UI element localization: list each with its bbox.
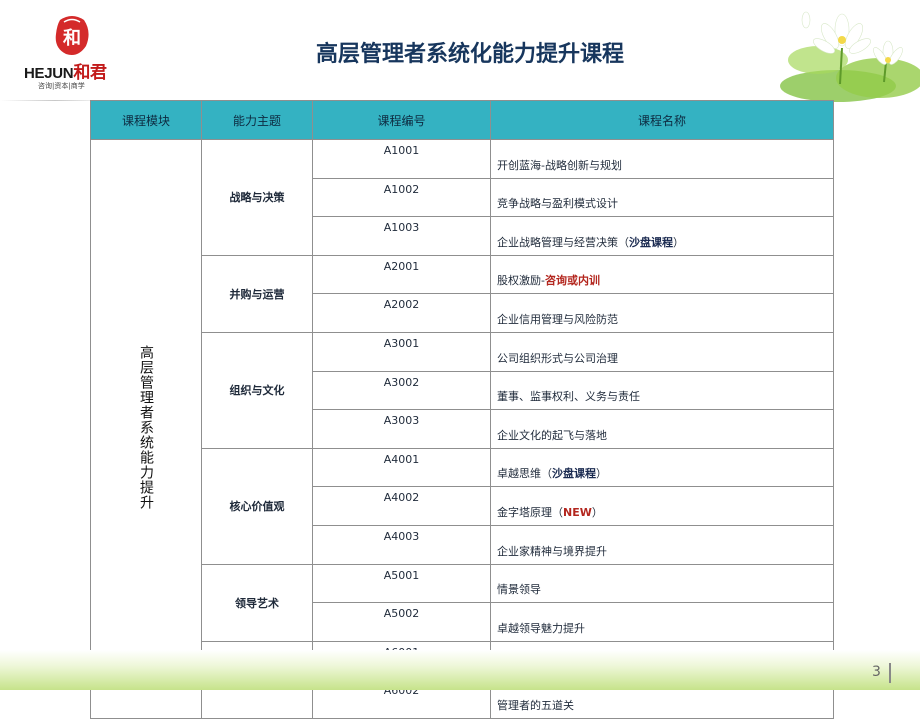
- course-name: 企业家精神与境界提升: [490, 524, 834, 565]
- theme-cell: 并购与运营: [201, 254, 313, 333]
- logo-name-cn: 和君: [73, 63, 107, 82]
- course-name: 卓越领导魅力提升: [490, 602, 834, 642]
- course-code: A4001: [312, 447, 491, 488]
- course-code: A1002: [312, 177, 491, 218]
- course-code: A3001: [312, 331, 491, 372]
- svg-text:和: 和: [63, 28, 81, 49]
- theme-cell: 组织与文化: [201, 331, 313, 449]
- course-name-text: 企业文化的起飞与落地: [497, 428, 607, 442]
- course-name-text: 公司组织形式与公司治理: [497, 351, 618, 365]
- course-name-text: 董事、监事权利、义务与责任: [497, 390, 640, 404]
- course-name-highlight: 咨询或内训: [544, 274, 600, 288]
- course-code: A1003: [312, 216, 491, 256]
- course-name-text: 股权激励-: [497, 274, 545, 288]
- header-theme: 能力主题: [201, 100, 313, 140]
- course-code: A3003: [312, 409, 491, 449]
- logo-tagline: 咨询|资本|商学: [38, 82, 85, 90]
- course-name: 竞争战略与盈利模式设计: [490, 177, 834, 218]
- course-name-highlight: NEW: [563, 505, 592, 519]
- course-code: A4003: [312, 524, 491, 565]
- theme-cell: 领导艺术: [201, 563, 313, 642]
- table-row: 组织与文化 A3001 公司组织形式与公司治理: [91, 331, 834, 449]
- course-name: 董事、监事权利、义务与责任: [490, 370, 834, 411]
- course-code: A1001: [312, 139, 491, 179]
- lotus-decoration-icon: [780, 11, 920, 102]
- course-table: 课程模块 能力主题 课程编号 课程名称 高层管理者系统能力提升 战略与决策 A100…: [90, 100, 834, 719]
- header-module: 课程模块: [90, 100, 202, 140]
- course-name-text: 企业信用管理与风险防范: [497, 312, 618, 326]
- course-name-text: 金字塔原理（: [497, 505, 563, 519]
- course-name-text: 卓越领导魅力提升: [497, 621, 585, 635]
- course-name-highlight: 沙盘课程: [629, 235, 673, 249]
- table-header-row: 课程模块 能力主题 课程编号 课程名称: [90, 100, 834, 140]
- course-name: 企业文化的起飞与落地: [490, 409, 834, 449]
- course-name: 情景领导: [490, 563, 834, 604]
- theme-cell: 战略与决策: [201, 139, 313, 256]
- table-body: 高层管理者系统能力提升 战略与决策 A1001 开创蓝海-战略创新与规划 A1002 竞争…: [90, 139, 834, 719]
- course-code: A2002: [312, 293, 491, 333]
- course-name-text: 情景领导: [497, 583, 541, 597]
- hejun-logo-mark-icon: 和: [55, 16, 89, 55]
- course-name-text: 开创蓝海-战略创新与规划: [497, 158, 622, 172]
- course-name: 股权激励-咨询或内训: [490, 254, 834, 295]
- theme-cell: 核心价值观: [201, 447, 313, 565]
- course-code: A2001: [312, 254, 491, 295]
- page-number: 3: [872, 664, 881, 680]
- course-name: 公司组织形式与公司治理: [490, 331, 834, 372]
- course-name-text: 竞争战略与盈利模式设计: [497, 197, 618, 211]
- course-code: A4002: [312, 486, 491, 526]
- header-name: 课程名称: [490, 100, 834, 140]
- module-label: 高层管理者系统能力提升: [138, 344, 154, 510]
- table-row: 领导艺术 A5001 情景领导: [91, 563, 834, 642]
- course-name-text: ）: [673, 235, 684, 249]
- module-cell: 高层管理者系统能力提升: [90, 139, 202, 719]
- course-name: 企业战略管理与经营决策（沙盘课程）: [490, 216, 834, 256]
- course-name: 开创蓝海-战略创新与规划: [490, 139, 834, 179]
- header-code: 课程编号: [312, 100, 491, 140]
- table-row: 核心价值观 A4001 卓越思维（沙盘课程）: [91, 447, 834, 565]
- course-code: A3002: [312, 370, 491, 411]
- course-name: 金字塔原理（NEW）: [490, 486, 834, 526]
- slide-title: 高层管理者系统化能力提升课程: [315, 42, 624, 67]
- page-number-divider: [889, 663, 891, 683]
- course-name-text: 卓越思维（: [497, 467, 552, 481]
- logo-wordmark: HEJUN和君: [24, 58, 107, 83]
- course-name-text: 管理者的五道关: [497, 698, 574, 712]
- course-name: 企业信用管理与风险防范: [490, 293, 834, 333]
- course-name-text: ）: [596, 467, 607, 481]
- course-name-text: 企业家精神与境界提升: [497, 544, 607, 558]
- course-name-text: 企业战略管理与经营决策（: [497, 235, 629, 249]
- course-name-highlight: 沙盘课程: [552, 467, 596, 481]
- footer-decoration: [0, 650, 920, 690]
- course-name: 卓越思维（沙盘课程）: [490, 447, 834, 488]
- table-row: 并购与运营 A2001 股权激励-咨询或内训: [91, 254, 834, 333]
- hejun-logo: 和 HEJUN和君 咨询|资本|商学: [18, 12, 128, 92]
- logo-name-latin: HEJUN: [24, 65, 74, 82]
- course-name-text: ）: [591, 505, 603, 519]
- course-code: A5002: [312, 602, 491, 642]
- table-row: 高层管理者系统能力提升 战略与决策 A1001 开创蓝海-战略创新与规划: [90, 139, 834, 719]
- course-code: A5001: [312, 563, 491, 604]
